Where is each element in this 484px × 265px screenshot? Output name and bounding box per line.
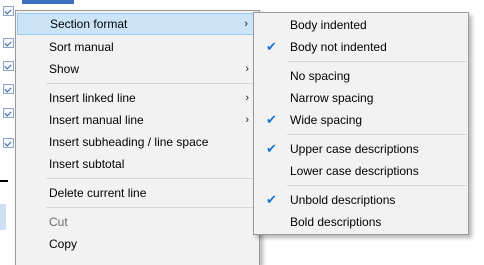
menu-item-label: Insert subheading / line space <box>49 135 209 149</box>
section-format-submenu: Body indented ✔ Body not indented No spa… <box>253 12 469 235</box>
menu-item-label: Insert subtotal <box>49 157 125 171</box>
submenu-item-bold[interactable]: Bold descriptions <box>255 211 467 233</box>
background-selection <box>0 204 6 230</box>
menu-item-label: Section format <box>50 17 128 31</box>
menu-item-label: Copy <box>49 237 78 251</box>
submenu-arrow-icon: › <box>245 63 249 75</box>
submenu-separator <box>287 185 467 186</box>
menu-separator <box>46 178 258 179</box>
submenu-separator <box>287 61 467 62</box>
submenu-item-narrow-spacing[interactable]: Narrow spacing <box>255 87 467 109</box>
context-menu: Section format › Sort manual Show › Inse… <box>15 10 260 265</box>
checkmark-icon: ✔ <box>266 141 277 156</box>
submenu-item-label: Upper case descriptions <box>290 142 419 156</box>
submenu-item-label: Body indented <box>290 18 367 32</box>
submenu-item-label: Body not indented <box>290 40 387 54</box>
submenu-item-label: Bold descriptions <box>290 215 382 229</box>
submenu-item-body-not-indented[interactable]: ✔ Body not indented <box>255 36 467 58</box>
checkbox-icon <box>3 38 14 48</box>
menu-item-label: Delete current line <box>49 186 147 200</box>
submenu-arrow-icon: › <box>245 92 249 104</box>
menu-item-section-format[interactable]: Section format › <box>17 13 258 35</box>
menu-item-copy[interactable]: Copy <box>17 233 258 255</box>
menu-item-delete-current-line[interactable]: Delete current line <box>17 182 258 204</box>
menu-item-label: Insert linked line <box>49 91 136 105</box>
checkbox-icon <box>3 138 14 148</box>
submenu-arrow-icon: › <box>244 18 248 30</box>
menu-item-insert-subtotal[interactable]: Insert subtotal <box>17 153 258 175</box>
submenu-item-label: No spacing <box>290 69 351 83</box>
menu-item-cut[interactable]: Cut <box>17 211 258 233</box>
checkmark-icon: ✔ <box>266 39 277 54</box>
submenu-arrow-icon: › <box>245 114 249 126</box>
submenu-item-unbold[interactable]: ✔ Unbold descriptions <box>255 189 467 211</box>
submenu-item-label: Narrow spacing <box>290 91 374 105</box>
submenu-item-upper-case[interactable]: ✔ Upper case descriptions <box>255 138 467 160</box>
menu-item-insert-manual-line[interactable]: Insert manual line › <box>17 109 258 131</box>
menu-separator <box>46 83 258 84</box>
background-header-bar <box>22 0 74 4</box>
submenu-item-label: Wide spacing <box>290 113 363 127</box>
checkbox-icon <box>3 108 14 118</box>
submenu-item-lower-case[interactable]: Lower case descriptions <box>255 160 467 182</box>
submenu-item-label: Lower case descriptions <box>290 164 419 178</box>
checkbox-icon <box>3 61 14 71</box>
submenu-item-wide-spacing[interactable]: ✔ Wide spacing <box>255 109 467 131</box>
checkbox-icon <box>3 84 14 94</box>
menu-item-sort-manual[interactable]: Sort manual <box>17 36 258 58</box>
menu-item-insert-subheading[interactable]: Insert subheading / line space <box>17 131 258 153</box>
menu-item-label: Insert manual line <box>49 113 144 127</box>
submenu-item-no-spacing[interactable]: No spacing <box>255 65 467 87</box>
menu-separator <box>46 207 258 208</box>
checkbox-icon <box>3 6 14 16</box>
checkmark-icon: ✔ <box>266 192 277 207</box>
background-divider <box>0 180 8 182</box>
submenu-item-body-indented[interactable]: Body indented <box>255 14 467 36</box>
submenu-item-label: Unbold descriptions <box>290 193 396 207</box>
menu-item-show[interactable]: Show › <box>17 58 258 80</box>
submenu-separator <box>287 134 467 135</box>
menu-item-label: Show <box>49 62 80 76</box>
menu-item-label: Sort manual <box>49 40 114 54</box>
checkmark-icon: ✔ <box>266 112 277 127</box>
menu-item-insert-linked-line[interactable]: Insert linked line › <box>17 87 258 109</box>
menu-item-label: Cut <box>49 215 68 229</box>
